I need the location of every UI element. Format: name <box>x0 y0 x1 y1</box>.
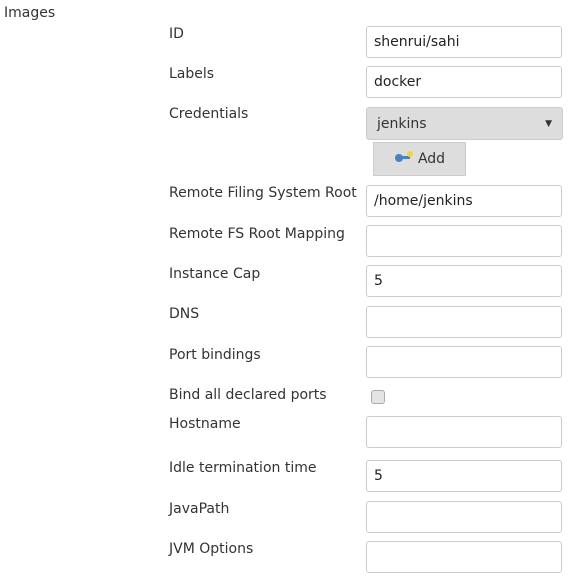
instance-cap-label: Instance Cap <box>169 266 261 282</box>
remote-fs-root-input[interactable] <box>366 185 562 217</box>
key-icon <box>394 151 414 167</box>
idle-termination-input[interactable] <box>366 460 562 492</box>
instance-cap-input[interactable] <box>366 265 562 297</box>
add-credentials-button[interactable]: Add <box>373 142 466 176</box>
remote-fs-mapping-label: Remote FS Root Mapping <box>169 226 345 242</box>
jvm-options-input[interactable] <box>366 541 562 573</box>
labels-input[interactable] <box>366 66 562 98</box>
credentials-value: jenkins <box>377 115 427 132</box>
add-label: Add <box>417 151 446 167</box>
dns-label: DNS <box>169 306 200 322</box>
jvm-options-label: JVM Options <box>169 541 254 557</box>
hostname-label: Hostname <box>169 416 241 432</box>
credentials-label: Credentials <box>169 106 249 122</box>
dropdown-arrow-icon: ▼ <box>545 118 552 129</box>
hostname-input[interactable] <box>366 416 562 448</box>
idle-termination-label: Idle termination time <box>169 460 317 476</box>
bind-all-ports-label: Bind all declared ports <box>169 387 327 403</box>
section-title: Images <box>4 5 56 21</box>
id-input[interactable] <box>366 26 562 58</box>
remote-fs-mapping-input[interactable] <box>366 225 562 257</box>
remote-fs-root-label: Remote Filing System Root <box>169 185 357 201</box>
dns-input[interactable] <box>366 306 562 338</box>
port-bindings-input[interactable] <box>366 346 562 378</box>
java-path-label: JavaPath <box>169 501 230 517</box>
java-path-input[interactable] <box>366 501 562 533</box>
bind-all-ports-checkbox[interactable] <box>371 390 385 404</box>
labels-label: Labels <box>169 66 215 82</box>
id-label: ID <box>169 26 184 42</box>
credentials-select[interactable]: jenkins ▼ <box>366 107 563 140</box>
port-bindings-label: Port bindings <box>169 347 261 363</box>
